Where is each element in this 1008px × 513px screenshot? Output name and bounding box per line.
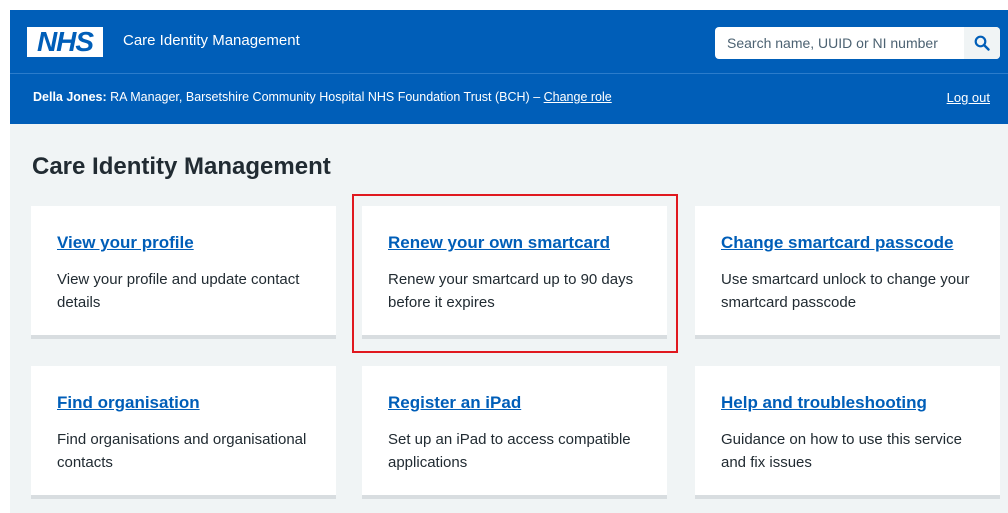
card-renew-smartcard: Renew your own smartcard Renew your smar… — [362, 206, 667, 339]
search-input[interactable] — [715, 27, 967, 59]
log-out-link[interactable]: Log out — [947, 90, 990, 105]
view-profile-link[interactable]: View your profile — [57, 233, 194, 253]
help-troubleshooting-link[interactable]: Help and troubleshooting — [721, 393, 927, 413]
renew-smartcard-link[interactable]: Renew your own smartcard — [388, 233, 610, 253]
card-view-profile: View your profile View your profile and … — [31, 206, 336, 339]
card-description: Find organisations and organisational co… — [57, 431, 307, 471]
card-description: Set up an iPad to access compatible appl… — [388, 431, 631, 471]
card-change-passcode: Change smartcard passcode Use smartcard … — [695, 206, 1000, 339]
card-description: Use smartcard unlock to change your smar… — [721, 271, 970, 311]
card-help-troubleshooting: Help and troubleshooting Guidance on how… — [695, 366, 1000, 499]
site-header: NHS Care Identity Management Della Jones… — [10, 10, 1008, 124]
nhs-logo[interactable]: NHS — [27, 27, 103, 57]
find-organisation-link[interactable]: Find organisation — [57, 393, 200, 413]
user-name: Della Jones: — [33, 90, 107, 104]
card-description: View your profile and update contact det… — [57, 271, 300, 311]
card-description: Guidance on how to use this service and … — [721, 431, 962, 471]
card-find-organisation: Find organisation Find organisations and… — [31, 366, 336, 499]
search-button[interactable] — [964, 27, 1000, 59]
page-title: Care Identity Management — [32, 153, 331, 180]
card-register-ipad: Register an iPad Set up an iPad to acces… — [362, 366, 667, 499]
change-passcode-link[interactable]: Change smartcard passcode — [721, 233, 953, 253]
register-ipad-link[interactable]: Register an iPad — [388, 393, 521, 413]
search-icon — [974, 35, 990, 51]
change-role-link[interactable]: Change role — [544, 90, 612, 104]
page-frame: NHS Care Identity Management Della Jones… — [10, 10, 1008, 513]
user-info: Della Jones: RA Manager, Barsetshire Com… — [33, 90, 612, 104]
service-name-link[interactable]: Care Identity Management — [123, 32, 300, 49]
card-description: Renew your smartcard up to 90 days befor… — [388, 271, 634, 311]
search-form — [715, 27, 1000, 59]
header-divider — [10, 73, 1008, 74]
user-role: RA Manager, Barsetshire Community Hospit… — [106, 90, 544, 104]
